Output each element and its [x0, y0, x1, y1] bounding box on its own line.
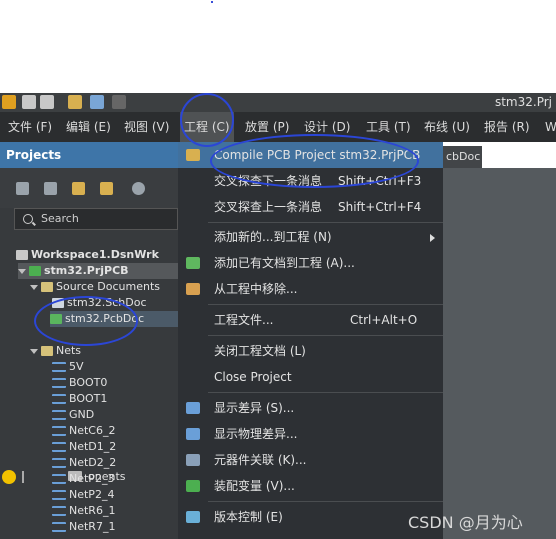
app-logo-icon [2, 95, 16, 109]
undo-icon[interactable] [90, 95, 104, 109]
annotation-circle-compile [210, 134, 419, 188]
smiley-icon [2, 470, 16, 484]
version-control-icon [186, 511, 200, 523]
menu-item-add-new[interactable]: 添加新的...到工程 (N) [178, 224, 443, 250]
workspace-icon [16, 250, 28, 260]
menu-file[interactable]: 文件 (F) [8, 112, 52, 142]
expand-arrow-icon[interactable] [30, 348, 38, 354]
redo-icon[interactable] [112, 95, 126, 109]
folder-icon [41, 346, 53, 356]
project-icon [29, 266, 41, 276]
net-item[interactable]: NetR6_1 [52, 503, 115, 519]
menu-item-assembly-variants[interactable]: 装配变量 (V)... [178, 473, 443, 499]
menu-separator [208, 222, 443, 223]
menu-edit[interactable]: 编辑 (E) [66, 112, 111, 142]
annotation-circle-menu [180, 93, 234, 147]
menu-view[interactable]: 视图 (V) [124, 112, 169, 142]
variant-icon [186, 480, 200, 492]
window-title: stm32.Prj [494, 95, 552, 109]
net-icon [52, 362, 66, 372]
copy-doc-icon[interactable] [44, 182, 57, 195]
diff-icon [186, 402, 200, 414]
expand-arrow-icon[interactable] [30, 284, 38, 290]
net-item[interactable]: 5V [52, 359, 84, 375]
menu-window[interactable]: W [545, 112, 556, 142]
menu-item-component-links[interactable]: 元器件关联 (K)... [178, 447, 443, 473]
net-icon [52, 442, 66, 452]
project-menu-dropdown: Compile PCB Project stm32.PrjPCB 交叉探查下一条… [178, 142, 443, 539]
search-icon [23, 214, 33, 224]
net-item[interactable]: BOOT1 [52, 391, 107, 407]
net-icon [52, 506, 66, 516]
net-icon [52, 426, 66, 436]
net-icon [52, 378, 66, 388]
menu-separator [208, 392, 443, 393]
menu-item-close-documents[interactable]: 关闭工程文档 (L) [178, 338, 443, 364]
menu-separator [208, 304, 443, 305]
net-icon [52, 522, 66, 532]
menu-separator [208, 335, 443, 336]
tree-item-workspace[interactable]: Workspace1.DsnWrk [16, 247, 159, 263]
net-icon [52, 474, 66, 484]
signal-bars-icon [22, 471, 38, 483]
menu-tools[interactable]: 工具 (T) [366, 112, 411, 142]
tree-item-project[interactable]: stm32.PrjPCB [18, 263, 178, 279]
open-project-icon[interactable] [72, 182, 85, 195]
net-item[interactable]: GND [52, 407, 94, 423]
panel-toolbar [0, 168, 178, 208]
title-toolbar: stm32.Prj [0, 93, 556, 112]
search-input[interactable]: Search [14, 208, 178, 230]
net-icon [52, 490, 66, 500]
net-icon [52, 410, 66, 420]
physical-diff-icon [186, 428, 200, 440]
menu-item-project-files[interactable]: 工程文件... Ctrl+Alt+O [178, 307, 443, 333]
net-item[interactable]: BOOT0 [52, 375, 107, 391]
save-icon[interactable] [22, 95, 36, 109]
net-icon [52, 458, 66, 468]
menu-item-remove[interactable]: 从工程中移除... [178, 276, 443, 302]
menu-route[interactable]: 布线 (U) [424, 112, 470, 142]
net-item[interactable]: NetP2_4 [52, 487, 114, 503]
folder-icon [41, 282, 53, 292]
net-item[interactable]: NetR7_1 [52, 519, 115, 535]
watermark: CSDN @月为心 [408, 513, 523, 532]
menu-item-add-existing[interactable]: 添加已有文档到工程 (A)... [178, 250, 443, 276]
save-project-icon[interactable] [16, 182, 29, 195]
annotation-circle-pcbdoc [34, 296, 138, 346]
net-icon [52, 394, 66, 404]
tree-item-source-documents[interactable]: Source Documents [30, 279, 160, 295]
menu-item-cross-probe-prev[interactable]: 交叉探查上一条消息 Shift+Ctrl+F4 [178, 194, 443, 220]
expand-arrow-icon[interactable] [18, 268, 26, 274]
menu-item-physical-differences[interactable]: 显示物理差异... [178, 421, 443, 447]
document-tab[interactable]: cbDoc [442, 146, 482, 168]
net-item[interactable]: NetC6_2 [52, 423, 116, 439]
menu-item-show-differences[interactable]: 显示差异 (S)... [178, 395, 443, 421]
add-existing-icon [186, 257, 200, 269]
component-link-icon [186, 454, 200, 466]
menu-item-close-project[interactable]: Close Project [178, 364, 443, 390]
open-folder-icon[interactable] [68, 95, 82, 109]
stray-dot [211, 1, 213, 3]
net-item[interactable]: NetP2_3 [52, 471, 114, 487]
gear-icon[interactable] [132, 182, 145, 195]
compile-icon [186, 149, 200, 161]
submenu-arrow-icon [430, 234, 435, 242]
tree-item-nets[interactable]: Nets [30, 343, 81, 359]
search-placeholder: Search [41, 212, 79, 225]
menu-reports[interactable]: 报告 (R) [484, 112, 530, 142]
save-all-icon[interactable] [40, 95, 54, 109]
remove-icon [186, 283, 200, 295]
net-item[interactable]: NetD2_2 [52, 455, 116, 471]
project-options-icon[interactable] [100, 182, 113, 195]
menu-item-version-control[interactable]: 版本控制 (E) [178, 504, 443, 530]
net-item[interactable]: NetD1_2 [52, 439, 116, 455]
menu-separator [208, 501, 443, 502]
panel-title: Projects [0, 142, 178, 168]
